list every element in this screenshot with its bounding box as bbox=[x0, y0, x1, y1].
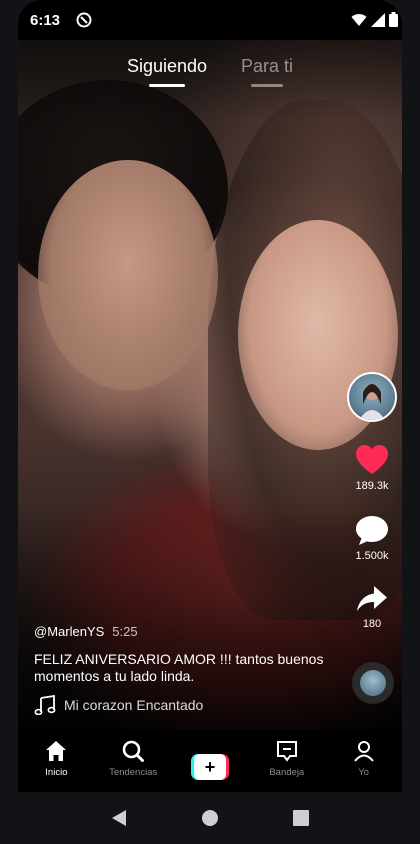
signal-icon bbox=[371, 12, 385, 27]
wifi-icon bbox=[351, 13, 367, 26]
share-arrow-icon bbox=[357, 586, 387, 611]
back-icon[interactable] bbox=[111, 809, 127, 827]
action-rail: 189.3k 1.500k 180 bbox=[346, 372, 398, 630]
video-caption: @MarlenYS 5:25 FELIZ ANIVERSARIO AMOR !!… bbox=[34, 624, 344, 715]
battery-icon bbox=[389, 12, 398, 27]
nav-bandeja[interactable]: Bandeja bbox=[255, 732, 319, 778]
tab-indicator bbox=[148, 84, 186, 87]
like-count: 189.3k bbox=[355, 480, 389, 492]
share-count: 180 bbox=[362, 618, 382, 630]
status-icons bbox=[351, 12, 398, 27]
tab-para-ti-label: Para ti bbox=[241, 56, 294, 76]
feed-tabs: Siguiendo Para ti bbox=[0, 56, 420, 87]
comment-button[interactable]: 1.500k bbox=[346, 514, 398, 562]
status-time: 6:13 bbox=[30, 12, 61, 29]
tab-siguiendo-label: Siguiendo bbox=[126, 56, 208, 76]
caption-text: FELIZ ANIVERSARIO AMOR !!! tantos buenos… bbox=[34, 651, 324, 684]
status-app-icon bbox=[76, 12, 92, 28]
nav-inicio-label: Inicio bbox=[45, 767, 68, 778]
heart-icon bbox=[356, 445, 388, 474]
bottom-nav: Inicio Tendencias + Bandeja Yo bbox=[18, 732, 402, 792]
comment-count: 1.500k bbox=[355, 550, 389, 562]
create-icon: + bbox=[190, 754, 229, 780]
creator-username[interactable]: @MarlenYS bbox=[34, 624, 104, 639]
home-circle-icon[interactable] bbox=[201, 809, 219, 827]
caption-user-row: @MarlenYS 5:25 bbox=[34, 624, 344, 639]
avatar-image bbox=[359, 384, 385, 420]
home-icon bbox=[46, 741, 67, 761]
nav-yo-label: Yo bbox=[358, 767, 369, 778]
profile-icon bbox=[353, 741, 374, 762]
video-face-left bbox=[38, 160, 218, 390]
creator-avatar[interactable] bbox=[347, 372, 397, 422]
status-bar: 6:13 bbox=[0, 0, 420, 40]
search-icon bbox=[122, 740, 145, 762]
music-note-icon bbox=[34, 695, 56, 715]
sound-name: Mi corazon Encantado bbox=[64, 697, 204, 713]
nav-create[interactable]: + bbox=[178, 732, 242, 780]
inbox-icon bbox=[276, 741, 297, 762]
music-disc[interactable] bbox=[352, 662, 394, 704]
like-button[interactable]: 189.3k bbox=[346, 444, 398, 492]
video-duration: 5:25 bbox=[112, 624, 138, 639]
comment-icon bbox=[356, 516, 388, 545]
tab-para-ti[interactable]: Para ti bbox=[241, 56, 293, 87]
nav-tendencias[interactable]: Tendencias bbox=[101, 732, 165, 778]
phone-frame: 6:13 Siguiendo Para ti 189.3k 1.500k 180… bbox=[0, 0, 420, 844]
tab-indicator bbox=[251, 84, 284, 87]
nav-tendencias-label: Tendencias bbox=[109, 767, 158, 778]
system-nav-bar bbox=[0, 792, 420, 844]
tab-siguiendo[interactable]: Siguiendo bbox=[127, 56, 207, 87]
music-disc-cover bbox=[360, 670, 386, 696]
sound-link[interactable]: Mi corazon Encantado bbox=[34, 695, 344, 715]
nav-yo[interactable]: Yo bbox=[332, 732, 396, 778]
recents-icon[interactable] bbox=[293, 810, 309, 826]
nav-inicio[interactable]: Inicio bbox=[24, 732, 88, 778]
share-button[interactable]: 180 bbox=[346, 584, 398, 630]
nav-bandeja-label: Bandeja bbox=[269, 767, 305, 778]
